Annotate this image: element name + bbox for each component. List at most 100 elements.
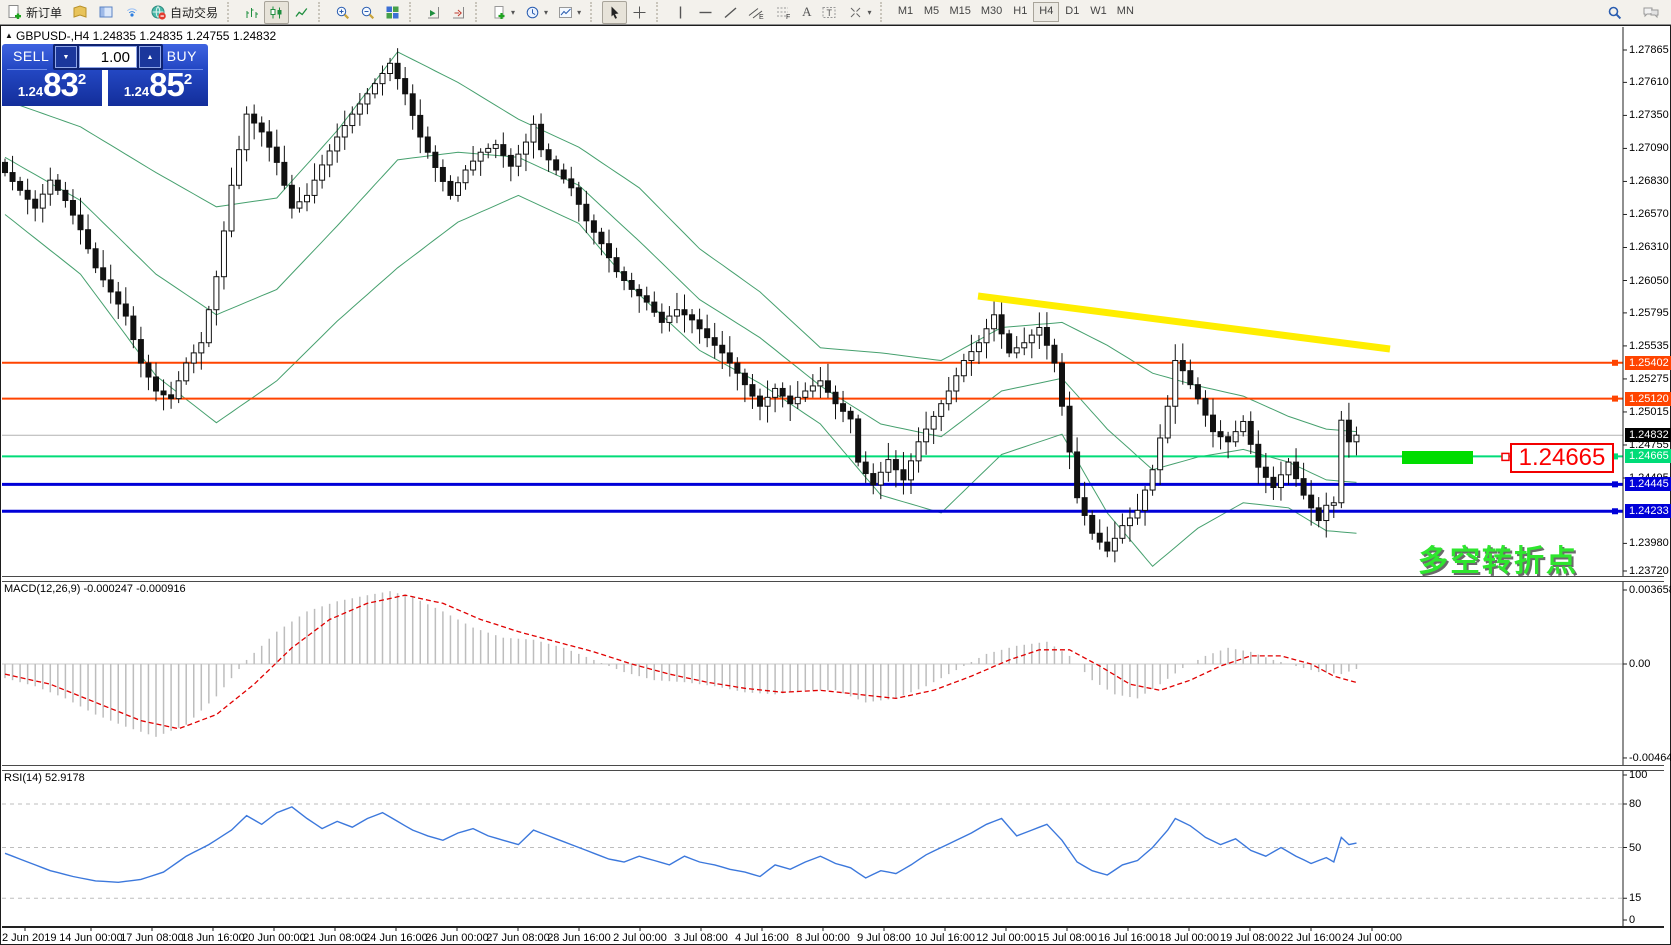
periods-dropdown-icon[interactable]: ▾: [544, 8, 548, 17]
chat-icon[interactable]: [1637, 1, 1665, 24]
time-tick-label: 18 Jun 16:00: [181, 932, 245, 944]
crosshair-button[interactable]: [627, 1, 652, 24]
chart-shift-button[interactable]: [446, 1, 471, 24]
search-icon[interactable]: [1602, 1, 1627, 24]
volume-increase-button[interactable]: ▲: [139, 46, 161, 68]
vertical-line-button[interactable]: [668, 1, 693, 24]
cursor-icon: [607, 5, 622, 20]
macd-indicator-label: MACD(12,26,9) -0.000247 -0.000916: [4, 583, 186, 595]
new-order-label: 新订单: [26, 4, 62, 21]
sell-price: 1.24832: [2, 66, 102, 104]
rsi-indicator-label: RSI(14) 52.9178: [4, 772, 85, 784]
channel-button[interactable]: E: [743, 1, 770, 24]
time-tick-label: 8 Jul 00:00: [796, 932, 850, 944]
time-tick-label: 15 Jul 08:00: [1037, 932, 1097, 944]
macd-tick: 0.003658: [1629, 584, 1671, 596]
toolbar-separator: [318, 2, 327, 22]
autotrading-label: 自动交易: [170, 4, 218, 21]
time-tick-label: 12 Jul 00:00: [976, 932, 1036, 944]
indicators-button[interactable]: ▾: [487, 1, 520, 24]
axis-layer: [25, 27, 1627, 931]
signals-button[interactable]: [119, 1, 145, 24]
periods-button[interactable]: ▾: [520, 1, 553, 24]
cursor-button[interactable]: [602, 1, 627, 24]
autotrading-button[interactable]: 自动交易: [145, 1, 223, 24]
new-order-button[interactable]: 新订单: [2, 1, 67, 24]
time-axis-border: [2, 926, 1664, 928]
volume-input[interactable]: 1.00: [79, 46, 137, 68]
toolbar-separator: [227, 2, 236, 22]
chinese-note[interactable]: 多空转折点: [1418, 536, 1578, 580]
svg-text:F: F: [786, 14, 790, 20]
tile-windows-button[interactable]: [380, 1, 405, 24]
navigator-button[interactable]: [93, 1, 119, 24]
timeframe-m5-button[interactable]: M5: [918, 2, 944, 22]
toolbar-right: [1602, 1, 1665, 24]
annotation-layer: [978, 296, 1509, 464]
label-button[interactable]: T: [816, 1, 843, 24]
timeframe-h1-button[interactable]: H1: [1007, 2, 1033, 22]
text-button[interactable]: A: [797, 1, 816, 24]
volume-decrease-button[interactable]: ▼: [55, 46, 77, 68]
rsi-tick: 100: [1629, 769, 1647, 781]
toolbar: 新订单 自动交易 ▾ ▾ ▾ E F A T ▾ M1M5M15M30H1H4D1W1MN: [0, 0, 1671, 25]
panel-collapse-icon[interactable]: ▲: [5, 31, 13, 40]
toolbar-separator: [409, 2, 418, 22]
timeframe-d1-button[interactable]: D1: [1059, 2, 1085, 22]
timeframe-m1-button[interactable]: M1: [892, 2, 918, 22]
time-tick-label: 16 Jul 16:00: [1098, 932, 1158, 944]
fibonacci-button[interactable]: F: [770, 1, 797, 24]
zoom-in-icon: [335, 5, 350, 20]
tile-windows-icon: [385, 5, 400, 20]
rsi-pane-separator[interactable]: [2, 765, 1664, 771]
toolbar-separator: [475, 2, 484, 22]
svg-text:E: E: [759, 14, 764, 20]
line-chart-button[interactable]: [289, 1, 314, 24]
rsi-tick: 80: [1629, 798, 1641, 810]
macd-tick: 0.00: [1629, 658, 1650, 670]
price-callout-label[interactable]: 1.24665: [1510, 443, 1614, 473]
arrows-dropdown-icon[interactable]: ▾: [867, 8, 871, 17]
price-tick: 1.23720: [1629, 565, 1669, 577]
chart-canvas[interactable]: [0, 0, 1671, 945]
time-tick-label: 24 Jun 16:00: [364, 932, 428, 944]
time-tick-label: 14 Jun 00:00: [59, 932, 123, 944]
line-chart-icon: [294, 5, 309, 20]
trendline-icon: [723, 5, 738, 20]
horizontal-line-button[interactable]: [693, 1, 718, 24]
timeframe-mn-button[interactable]: MN: [1112, 2, 1139, 22]
zoom-in-button[interactable]: [330, 1, 355, 24]
price-level-label: 1.24445: [1625, 477, 1671, 491]
market-watch-button[interactable]: [67, 1, 93, 24]
time-tick-label: 21 Jun 08:00: [303, 932, 367, 944]
one-click-trading-panel: SELL 1.24832 BUY 1.24852 ▼ 1.00 ▲: [2, 44, 208, 106]
rsi-tick: 15: [1629, 892, 1641, 904]
autotrading-icon: [150, 4, 167, 20]
timeframe-m15-button[interactable]: M15: [944, 2, 975, 22]
templates-dropdown-icon[interactable]: ▾: [577, 8, 581, 17]
zoom-out-button[interactable]: [355, 1, 380, 24]
trendline-button[interactable]: [718, 1, 743, 24]
fibonacci-icon: F: [775, 5, 792, 20]
bar-chart-button[interactable]: [239, 1, 264, 24]
auto-scroll-button[interactable]: [421, 1, 446, 24]
macd-tick: -0.004645: [1629, 752, 1671, 764]
time-tick-label: 18 Jul 00:00: [1159, 932, 1219, 944]
timeframe-h4-button[interactable]: H4: [1033, 2, 1059, 22]
time-tick-label: 17 Jun 08:00: [120, 932, 184, 944]
mt4-application: 新订单自动交易▾▾▾EFAT▾M1M5M15M30H1H4D1W1MN ▲ GB…: [0, 0, 1671, 945]
time-tick-label: 4 Jul 16:00: [735, 932, 789, 944]
price-tick: 1.26570: [1629, 208, 1669, 220]
timeframe-w1-button[interactable]: W1: [1085, 2, 1112, 22]
price-level-label: 1.24832: [1625, 428, 1671, 442]
svg-text:T: T: [827, 8, 833, 18]
timeframe-m30-button[interactable]: M30: [976, 2, 1007, 22]
arrows-icon: [848, 5, 863, 20]
templates-button[interactable]: ▾: [553, 1, 586, 24]
rsi-layer: [2, 804, 1623, 898]
candlestick-chart-button[interactable]: [264, 1, 289, 24]
indicators-dropdown-icon[interactable]: ▾: [511, 8, 515, 17]
macd-pane-separator[interactable]: [2, 576, 1664, 582]
arrows-button[interactable]: ▾: [843, 1, 876, 24]
price-tick: 1.26310: [1629, 241, 1669, 253]
